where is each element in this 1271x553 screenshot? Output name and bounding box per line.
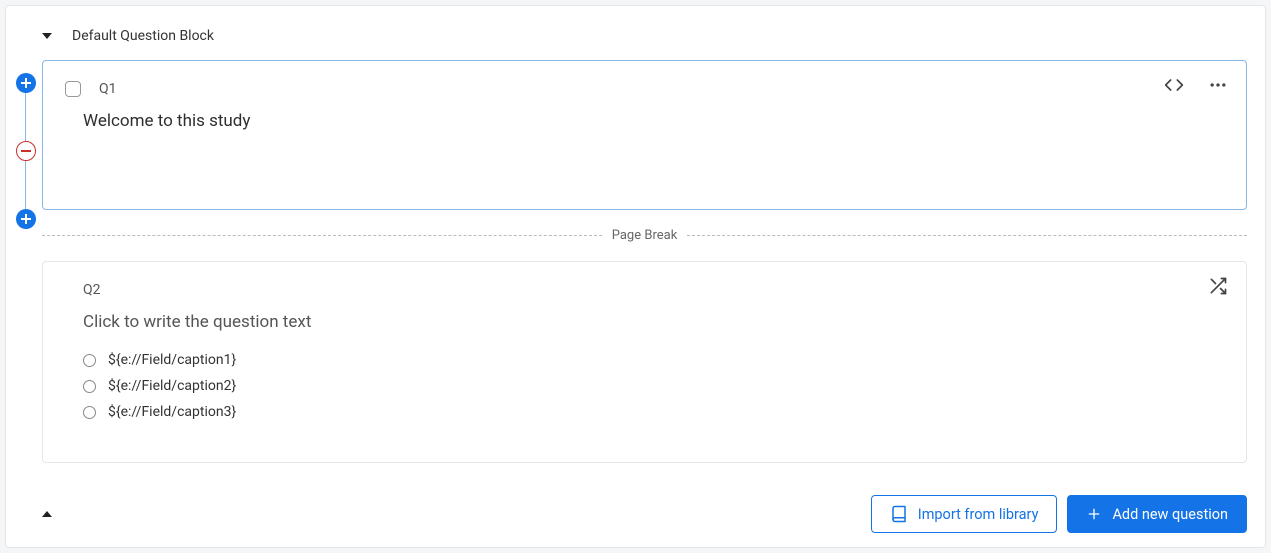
choice-label[interactable]: ${e://Field/caption1}	[108, 352, 236, 368]
radio-icon[interactable]	[83, 354, 96, 367]
choice-item[interactable]: ${e://Field/caption3}	[83, 404, 1222, 420]
gutter-line	[25, 93, 26, 141]
block-title[interactable]: Default Question Block	[72, 28, 214, 44]
plus-icon	[1086, 506, 1102, 522]
question-card-q2[interactable]: Q2 Click to write the question text ${e:…	[42, 261, 1247, 463]
code-icon[interactable]	[1164, 75, 1184, 95]
import-from-library-button[interactable]: Import from library	[871, 495, 1058, 533]
question-text[interactable]: Welcome to this study	[83, 111, 1222, 131]
gutter-line	[25, 161, 26, 209]
block-header: Default Question Block	[24, 24, 1247, 60]
question-text-placeholder[interactable]: Click to write the question text	[83, 312, 1222, 332]
scroll-to-top-icon[interactable]	[42, 511, 52, 517]
collapse-block-icon[interactable]	[42, 33, 52, 39]
radio-icon[interactable]	[83, 406, 96, 419]
add-question-above-button[interactable]	[16, 73, 36, 93]
survey-canvas: Default Question Block Q1 Welcome to thi…	[5, 5, 1266, 548]
choice-item[interactable]: ${e://Field/caption1}	[83, 352, 1222, 368]
add-new-question-button[interactable]: Add new question	[1067, 495, 1247, 533]
choice-label[interactable]: ${e://Field/caption2}	[108, 378, 236, 394]
shuffle-icon[interactable]	[1208, 276, 1228, 296]
choice-label[interactable]: ${e://Field/caption3}	[108, 404, 236, 420]
library-icon	[890, 505, 908, 523]
question-card-q1[interactable]: Q1 Welcome to this study	[42, 60, 1247, 210]
select-question-checkbox[interactable]	[65, 81, 81, 97]
question-id: Q1	[99, 81, 117, 97]
divider-line	[42, 235, 602, 236]
page-break-label: Page Break	[602, 228, 688, 243]
question-actions	[1164, 75, 1228, 95]
more-options-icon[interactable]	[1208, 75, 1228, 95]
button-label: Add new question	[1112, 506, 1228, 523]
choice-list: ${e://Field/caption1} ${e://Field/captio…	[83, 352, 1222, 420]
add-question-below-button[interactable]	[16, 209, 36, 229]
footer: Import from library Add new question	[24, 495, 1247, 533]
question-id: Q2	[83, 282, 101, 298]
choice-item[interactable]: ${e://Field/caption2}	[83, 378, 1222, 394]
divider-line	[687, 235, 1247, 236]
button-label: Import from library	[918, 506, 1039, 523]
remove-question-button[interactable]	[16, 141, 36, 161]
page-break[interactable]: Page Break	[42, 228, 1247, 243]
radio-icon[interactable]	[83, 380, 96, 393]
question-actions	[1208, 276, 1228, 296]
